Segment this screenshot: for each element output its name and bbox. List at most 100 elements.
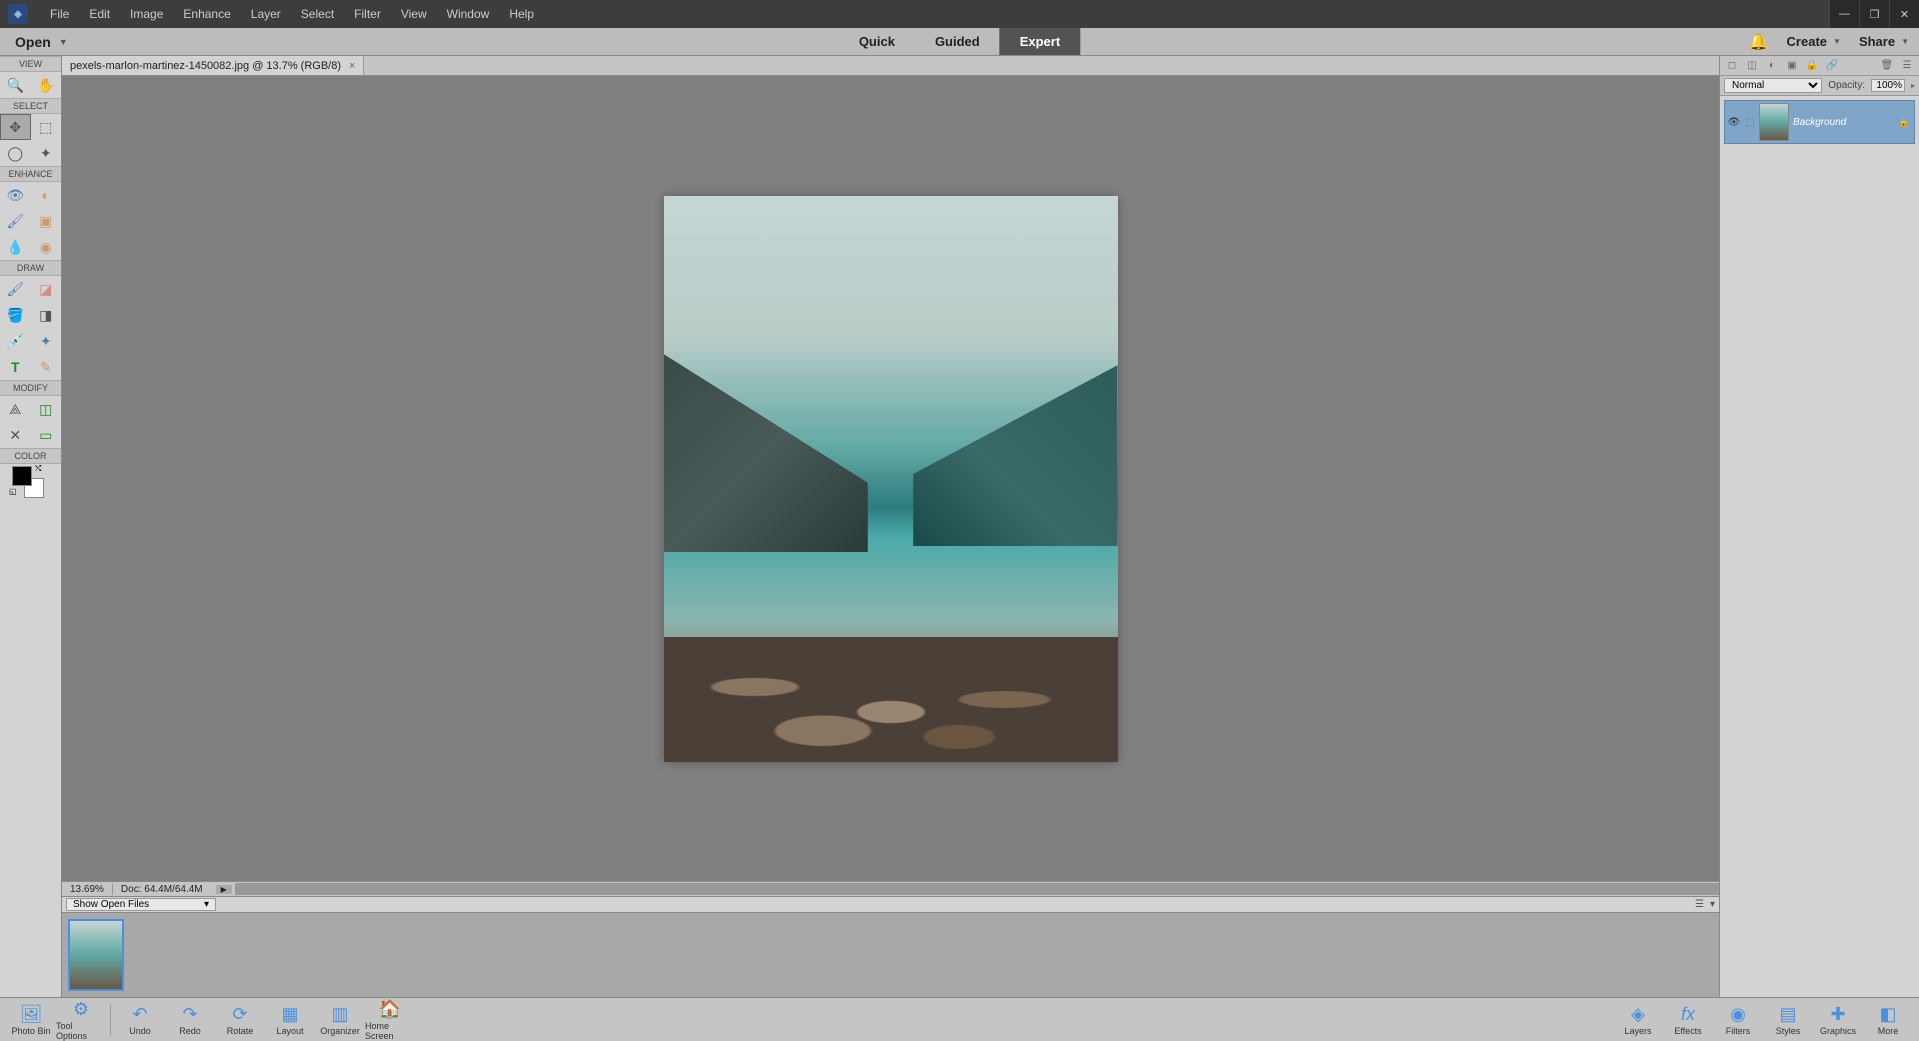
crop-tool[interactable]: ⟁ <box>0 396 31 422</box>
maximize-button[interactable]: ❐ <box>1859 0 1889 28</box>
organizer-button[interactable]: ▥ Organizer <box>315 1004 365 1036</box>
marquee-tool[interactable]: ⬚ <box>31 114 62 140</box>
fill-tool[interactable]: 🪣 <box>0 302 31 328</box>
color-swatches: ⤭ ◱ <box>0 464 61 504</box>
menu-filter[interactable]: Filter <box>344 7 391 21</box>
menu-layer[interactable]: Layer <box>241 7 291 21</box>
tab-quick[interactable]: Quick <box>839 28 915 55</box>
photo-bin-thumbnail[interactable] <box>68 919 124 991</box>
close-button[interactable]: ✕ <box>1889 0 1919 28</box>
layer-thumbnail[interactable] <box>1759 103 1789 141</box>
bin-collapse-icon[interactable]: ▾ <box>1710 899 1715 910</box>
clone-stamp-tool[interactable]: ▣ <box>31 208 62 234</box>
undo-button[interactable]: ↶ Undo <box>115 1004 165 1036</box>
lock-icon[interactable]: 🔒 <box>1804 58 1820 74</box>
menu-window[interactable]: Window <box>437 7 500 21</box>
eyedropper-tool[interactable]: 💉 <box>0 328 31 354</box>
styles-icon: ▤ <box>1779 1004 1796 1025</box>
layer-name[interactable]: Background <box>1793 117 1894 128</box>
pencil-tool[interactable]: ✎ <box>31 354 62 380</box>
create-button[interactable]: Create ▼ <box>1787 34 1841 49</box>
menu-image[interactable]: Image <box>120 7 173 21</box>
tool-options-button[interactable]: ⚙ Tool Options <box>56 999 106 1041</box>
effects-button[interactable]: fx Effects <box>1663 1004 1713 1036</box>
redo-button[interactable]: ↷ Redo <box>165 1004 215 1036</box>
filters-icon: ◉ <box>1730 1004 1746 1025</box>
link-layers-icon[interactable]: 🔗 <box>1824 58 1840 74</box>
wand-tool[interactable]: ✦ <box>31 140 62 166</box>
close-tab-icon[interactable]: × <box>349 60 355 72</box>
toolbox-section-view: VIEW <box>0 56 61 72</box>
hand-tool[interactable]: ✋ <box>31 72 62 98</box>
layer-link-icon[interactable]: ⬚ <box>1745 117 1755 128</box>
document-tab[interactable]: pexels-marlon-martinez-1450082.jpg @ 13.… <box>62 56 364 75</box>
adjustment-layer-icon[interactable]: ◐ <box>1764 58 1780 74</box>
blend-mode-select[interactable]: Normal <box>1724 78 1822 93</box>
canvas-area[interactable] <box>62 76 1719 881</box>
layout-button[interactable]: ▦ Layout <box>265 1004 315 1036</box>
toolbox-section-color: COLOR <box>0 448 61 464</box>
menu-select[interactable]: Select <box>291 7 344 21</box>
home-icon: 🏠 <box>379 999 401 1020</box>
show-files-dropdown[interactable]: Show Open Files ▾ <box>66 898 216 911</box>
show-files-label: Show Open Files <box>73 899 149 910</box>
blur-tool[interactable]: 💧 <box>0 234 31 260</box>
opacity-input[interactable] <box>1871 79 1905 92</box>
spot-heal-tool[interactable]: ◐ <box>31 182 62 208</box>
layer-item[interactable]: 👁 ⬚ Background 🔒 <box>1724 100 1915 144</box>
more-button[interactable]: ◧ More <box>1863 1004 1913 1036</box>
filters-label: Filters <box>1726 1026 1751 1036</box>
status-zoom[interactable]: 13.69% <box>62 884 113 895</box>
graphics-button[interactable]: ✚ Graphics <box>1813 1004 1863 1036</box>
trash-icon[interactable]: 🗑 <box>1879 58 1895 74</box>
mask-icon[interactable]: ▣ <box>1784 58 1800 74</box>
menu-help[interactable]: Help <box>499 7 544 21</box>
horizontal-scrollbar[interactable] <box>235 883 1719 895</box>
eraser-tool[interactable]: ◪ <box>31 276 62 302</box>
lasso-tool[interactable]: ◯ <box>0 140 31 166</box>
zoom-tool[interactable]: 🔍 <box>0 72 31 98</box>
type-tool[interactable]: T <box>0 354 31 380</box>
tool-options-label: Tool Options <box>56 1021 106 1041</box>
panel-menu-icon[interactable]: ☰ <box>1899 58 1915 74</box>
bin-options-icon[interactable]: ☰ <box>1695 899 1704 910</box>
menu-view[interactable]: View <box>391 7 437 21</box>
redeye-tool[interactable]: 👁 <box>0 182 31 208</box>
foreground-color[interactable] <box>12 466 32 486</box>
brush-tool[interactable]: 🖌 <box>0 276 31 302</box>
rotate-button[interactable]: ⟳ Rotate <box>215 1004 265 1036</box>
status-arrow-icon[interactable]: ▶ <box>216 885 232 894</box>
recompose-tool[interactable]: ◫ <box>31 396 62 422</box>
photo-bin <box>62 912 1719 997</box>
new-group-icon[interactable]: ◫ <box>1744 58 1760 74</box>
share-button[interactable]: Share ▼ <box>1859 34 1909 49</box>
photo-bin-button[interactable]: 🖼 Photo Bin <box>6 1004 56 1036</box>
minimize-button[interactable]: — <box>1829 0 1859 28</box>
menu-enhance[interactable]: Enhance <box>173 7 240 21</box>
sponge-tool[interactable]: ◉ <box>31 234 62 260</box>
gradient-tool[interactable]: ◨ <box>31 302 62 328</box>
swap-colors-icon[interactable]: ⤭ <box>35 464 41 474</box>
new-layer-icon[interactable]: ◻ <box>1724 58 1740 74</box>
content-aware-tool[interactable]: ✕ <box>0 422 31 448</box>
filters-button[interactable]: ◉ Filters <box>1713 1004 1763 1036</box>
home-screen-button[interactable]: 🏠 Home Screen <box>365 999 415 1041</box>
shape-tool[interactable]: ✦ <box>31 328 62 354</box>
undo-icon: ↶ <box>132 1004 147 1025</box>
default-colors-icon[interactable]: ◱ <box>9 487 17 496</box>
menu-file[interactable]: File <box>40 7 79 21</box>
straighten-tool[interactable]: ▭ <box>31 422 62 448</box>
tab-expert[interactable]: Expert <box>1000 28 1080 55</box>
layers-button[interactable]: ◈ Layers <box>1613 1004 1663 1036</box>
open-button[interactable]: Open ▼ <box>0 34 83 50</box>
menu-edit[interactable]: Edit <box>79 7 120 21</box>
layer-visibility-icon[interactable]: 👁 <box>1727 117 1741 128</box>
photo-bin-label: Photo Bin <box>11 1026 50 1036</box>
opacity-flyout-icon[interactable]: ▸ <box>1911 81 1915 90</box>
workspace-bar: Open ▼ Quick Guided Expert 🔔 Create ▼ Sh… <box>0 28 1919 56</box>
smart-brush-tool[interactable]: 🖌 <box>0 208 31 234</box>
styles-button[interactable]: ▤ Styles <box>1763 1004 1813 1036</box>
move-tool[interactable]: ✥ <box>0 114 31 140</box>
notification-bell-icon[interactable]: 🔔 <box>1749 32 1769 52</box>
tab-guided[interactable]: Guided <box>915 28 1000 55</box>
